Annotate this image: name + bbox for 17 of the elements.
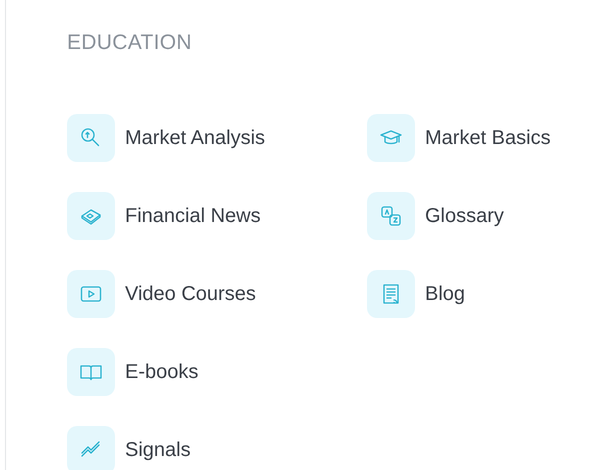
graduation-cap-icon — [380, 130, 402, 144]
menu-link[interactable]: Market Analysis — [67, 114, 367, 162]
book-icon — [80, 365, 102, 380]
video-icon — [80, 286, 102, 302]
newspaper-icon — [81, 209, 101, 225]
magnifier-icon — [81, 128, 100, 146]
menu-link[interactable]: Financial News — [67, 192, 367, 240]
menu-link[interactable]: E-books — [67, 348, 367, 396]
menu-link[interactable]: Glossary — [367, 192, 601, 240]
menu-link[interactable]: Video Courses — [67, 270, 367, 318]
document-icon — [383, 284, 399, 304]
menu-link[interactable]: Market Basics — [367, 114, 601, 162]
menu-link[interactable]: Signals — [67, 426, 367, 470]
menu-link[interactable]: Blog — [367, 270, 601, 318]
trend-icon — [81, 441, 100, 457]
section-title: EDUCATION — [67, 30, 193, 56]
translate-icon — [381, 206, 401, 226]
